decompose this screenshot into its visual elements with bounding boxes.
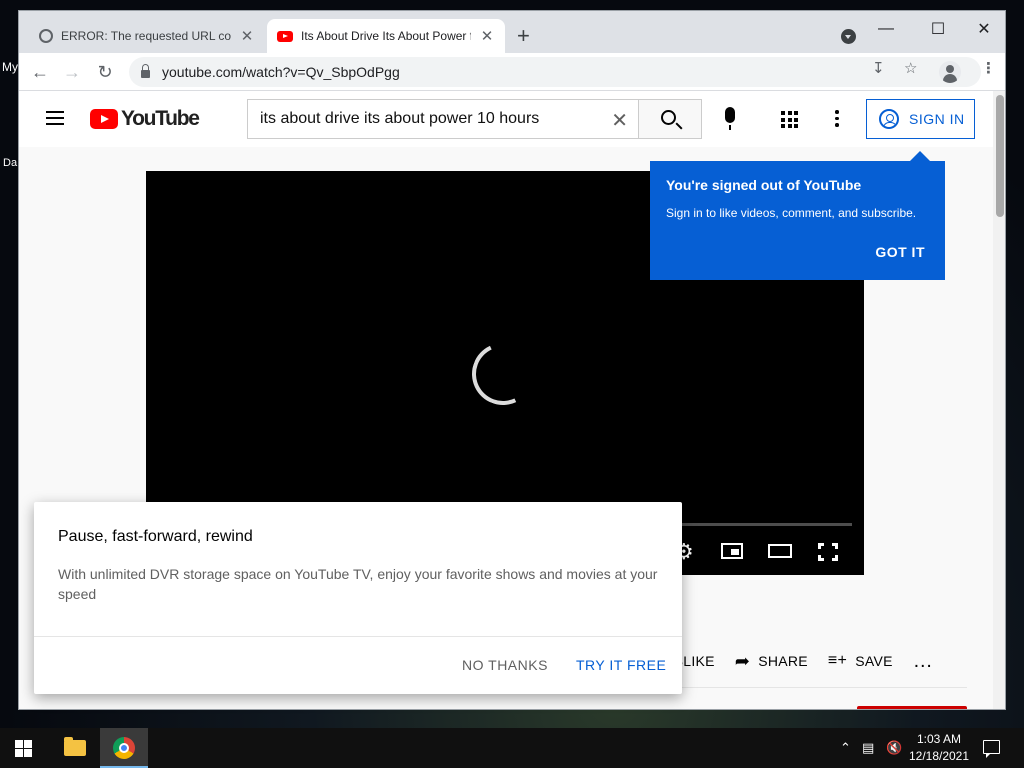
- forward-button[interactable]: →: [59, 59, 85, 85]
- close-tab-icon[interactable]: ✕: [239, 27, 255, 45]
- save-button[interactable]: ≡+ SAVE: [828, 652, 893, 670]
- promo-title: Pause, fast-forward, rewind: [58, 528, 253, 545]
- share-label: SHARE: [758, 653, 808, 669]
- search-query: its about drive its about power 10 hours: [260, 110, 540, 127]
- search-button[interactable]: [638, 99, 702, 139]
- profile-avatar-icon[interactable]: [939, 61, 961, 83]
- desktop-icon-label: My: [2, 60, 18, 74]
- network-icon[interactable]: ▤: [862, 740, 874, 756]
- settings-menu-icon[interactable]: [835, 110, 839, 130]
- tab-title: Its About Drive Its About Power f: [301, 29, 471, 43]
- close-tab-icon[interactable]: ✕: [479, 27, 495, 45]
- clock-time: 1:03 AM: [916, 732, 962, 746]
- more-actions-icon[interactable]: …: [913, 650, 934, 673]
- youtube-favicon-icon: [277, 30, 293, 42]
- new-tab-button[interactable]: +: [517, 25, 530, 47]
- tab-youtube[interactable]: Its About Drive Its About Power f ✕: [267, 19, 505, 53]
- video-actions: DISLIKE ➦ SHARE ≡+ SAVE …: [659, 649, 934, 673]
- tab-strip: ERROR: The requested URL could ✕ Its Abo…: [19, 11, 1005, 53]
- system-clock[interactable]: 1:03 AM 12/18/2021: [908, 731, 970, 765]
- youtube-tv-promo-dialog: Pause, fast-forward, rewind With unlimit…: [34, 502, 682, 694]
- playlist-add-icon: ≡+: [827, 652, 848, 669]
- miniplayer-icon: [721, 543, 743, 559]
- file-explorer-icon[interactable]: [64, 737, 86, 756]
- url-text: youtube.com/watch?v=Qv_SbpOdPgg: [162, 64, 400, 80]
- browser-menu-icon[interactable]: ⋮: [981, 59, 996, 77]
- divider: [34, 636, 682, 637]
- desktop-icon-label: Da: [3, 157, 18, 169]
- close-window-button[interactable]: ✕: [961, 15, 1005, 43]
- tab-error[interactable]: ERROR: The requested URL could ✕: [29, 19, 265, 53]
- show-hidden-icons-icon[interactable]: ⌃: [840, 740, 851, 756]
- youtube-header: YouTube its about drive its about power …: [19, 91, 993, 147]
- microphone-icon[interactable]: [725, 107, 735, 130]
- lock-icon: [141, 64, 150, 78]
- chrome-icon: [113, 737, 135, 759]
- save-label: SAVE: [855, 653, 893, 669]
- share-icon: ➦: [734, 650, 751, 671]
- no-thanks-button[interactable]: NO THANKS: [462, 657, 548, 673]
- search-icon: [661, 110, 676, 125]
- tooltip-body: Sign in to like videos, comment, and sub…: [666, 206, 917, 220]
- chrome-taskbar-button[interactable]: [100, 728, 148, 768]
- theater-icon: [768, 544, 792, 558]
- loading-spinner-icon: [463, 334, 543, 414]
- reload-button[interactable]: ↻: [92, 59, 118, 85]
- tab-search-icon[interactable]: [841, 29, 856, 44]
- divider: [659, 687, 967, 688]
- apps-grid-icon[interactable]: [781, 111, 798, 128]
- sign-in-label: SIGN IN: [909, 111, 965, 127]
- taskbar: ⌃ ▤ 🔇 1:03 AM 12/18/2021: [0, 728, 1024, 768]
- sign-in-button[interactable]: SIGN IN: [866, 99, 975, 139]
- signed-out-tooltip: You're signed out of YouTube Sign in to …: [650, 151, 945, 280]
- share-button[interactable]: ➦ SHARE: [735, 651, 808, 672]
- miniplayer-button[interactable]: [721, 543, 743, 559]
- browser-toolbar: ← → ↻ youtube.com/watch?v=Qv_SbpOdPgg ↧ …: [19, 53, 1005, 91]
- fullscreen-icon: [818, 543, 838, 561]
- clear-search-icon[interactable]: ✕: [611, 108, 628, 133]
- clock-date: 12/18/2021: [908, 749, 970, 763]
- notifications-icon[interactable]: [983, 740, 1000, 758]
- subscribe-button[interactable]: [857, 706, 967, 709]
- bookmark-star-icon[interactable]: ☆: [904, 59, 917, 77]
- promo-body: With unlimited DVR storage space on YouT…: [58, 566, 658, 602]
- scrollbar-thumb[interactable]: [996, 95, 1004, 217]
- fullscreen-button[interactable]: [818, 543, 838, 561]
- scrollbar[interactable]: [993, 91, 1005, 709]
- logo-text: YouTube: [121, 107, 200, 130]
- globe-icon: [39, 29, 53, 43]
- address-bar[interactable]: youtube.com/watch?v=Qv_SbpOdPgg: [129, 57, 981, 87]
- youtube-logo-icon: [90, 109, 118, 129]
- hamburger-menu-icon[interactable]: [46, 111, 64, 125]
- theater-mode-button[interactable]: [768, 543, 792, 558]
- tooltip-title: You're signed out of YouTube: [666, 177, 862, 193]
- got-it-button[interactable]: GOT IT: [875, 244, 925, 260]
- youtube-logo[interactable]: YouTube: [90, 107, 200, 131]
- back-button[interactable]: ←: [27, 59, 53, 85]
- try-it-free-button[interactable]: TRY IT FREE: [576, 657, 666, 673]
- tab-title: ERROR: The requested URL could: [61, 29, 231, 43]
- maximize-button[interactable]: ☐: [915, 15, 961, 43]
- minimize-button[interactable]: —: [863, 15, 909, 43]
- user-icon: [879, 109, 899, 129]
- search-input[interactable]: its about drive its about power 10 hours…: [247, 99, 638, 139]
- windows-start-icon[interactable]: [15, 740, 32, 757]
- install-icon[interactable]: ↧: [872, 59, 885, 77]
- volume-muted-icon[interactable]: 🔇: [886, 740, 902, 756]
